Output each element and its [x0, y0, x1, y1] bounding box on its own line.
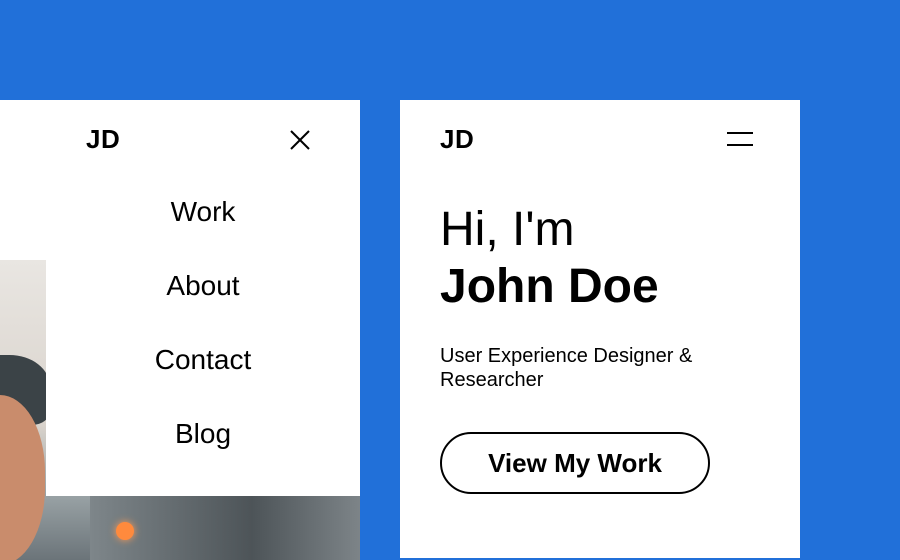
view-my-work-button[interactable]: View My Work	[440, 432, 710, 494]
hero-role: User Experience Designer & Researcher	[440, 345, 693, 391]
nav-item-work[interactable]: Work	[46, 186, 360, 260]
site-logo[interactable]: JD	[440, 124, 474, 155]
nav-item-blog[interactable]: Blog	[46, 408, 360, 482]
mobile-menu-screen: JD Work About Contact Blog	[0, 100, 360, 560]
mobile-nav: Work About Contact Blog	[46, 186, 360, 482]
close-icon[interactable]	[287, 127, 313, 153]
hero-greeting: Hi, I'm	[440, 203, 575, 256]
site-logo[interactable]: JD	[86, 124, 120, 155]
mobile-home-screen: JD Hi, I'm John Doe User Experience Desi…	[400, 100, 800, 558]
hero-name: John Doe	[440, 260, 659, 313]
nav-item-contact[interactable]: Contact	[46, 334, 360, 408]
photo-light	[116, 522, 134, 540]
hamburger-menu-icon[interactable]	[727, 130, 753, 148]
nav-item-about[interactable]: About	[46, 260, 360, 334]
